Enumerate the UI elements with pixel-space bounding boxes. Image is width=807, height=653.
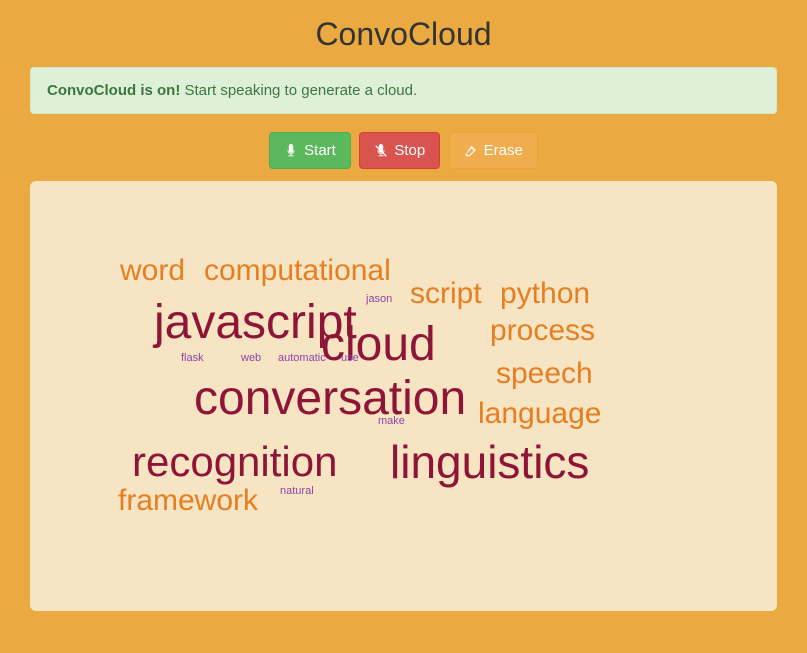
page-title: ConvoCloud xyxy=(30,0,777,67)
status-alert: ConvoCloud is on! Start speaking to gene… xyxy=(30,67,777,114)
status-alert-text: Start speaking to generate a cloud. xyxy=(180,82,417,99)
cloud-word: python xyxy=(500,279,590,309)
cloud-word: conversation xyxy=(194,375,466,423)
eraser-icon xyxy=(464,144,478,158)
cloud-word: speech xyxy=(496,359,593,389)
start-button-label: Start xyxy=(304,142,336,159)
cloud-word: framework xyxy=(118,486,258,516)
erase-button-label: Erase xyxy=(484,142,523,159)
cloud-word: automatic xyxy=(278,353,326,364)
word-cloud-panel: wordcomputationalscriptpythonjavascriptj… xyxy=(30,181,777,611)
cloud-word: recognition xyxy=(132,441,337,483)
cloud-word: cloud xyxy=(321,321,436,369)
microphone-off-icon xyxy=(374,144,388,158)
stop-button[interactable]: Stop xyxy=(359,132,440,169)
cloud-word: web xyxy=(241,353,261,364)
cloud-word: process xyxy=(490,316,595,346)
start-button[interactable]: Start xyxy=(269,132,351,169)
cloud-word: language xyxy=(478,399,601,429)
toolbar: Start Stop Erase xyxy=(30,132,777,169)
cloud-word: natural xyxy=(280,486,314,497)
microphone-icon xyxy=(284,144,298,158)
erase-button[interactable]: Erase xyxy=(449,132,538,169)
cloud-word: use xyxy=(341,353,359,364)
status-alert-strong: ConvoCloud is on! xyxy=(47,82,180,99)
cloud-word: script xyxy=(410,279,482,309)
cloud-word: make xyxy=(378,416,405,427)
cloud-word: word xyxy=(120,256,185,286)
cloud-word: flask xyxy=(181,353,204,364)
cloud-word: jason xyxy=(366,294,392,305)
cloud-word: linguistics xyxy=(390,439,589,485)
stop-button-label: Stop xyxy=(394,142,425,159)
cloud-word: computational xyxy=(204,256,391,286)
